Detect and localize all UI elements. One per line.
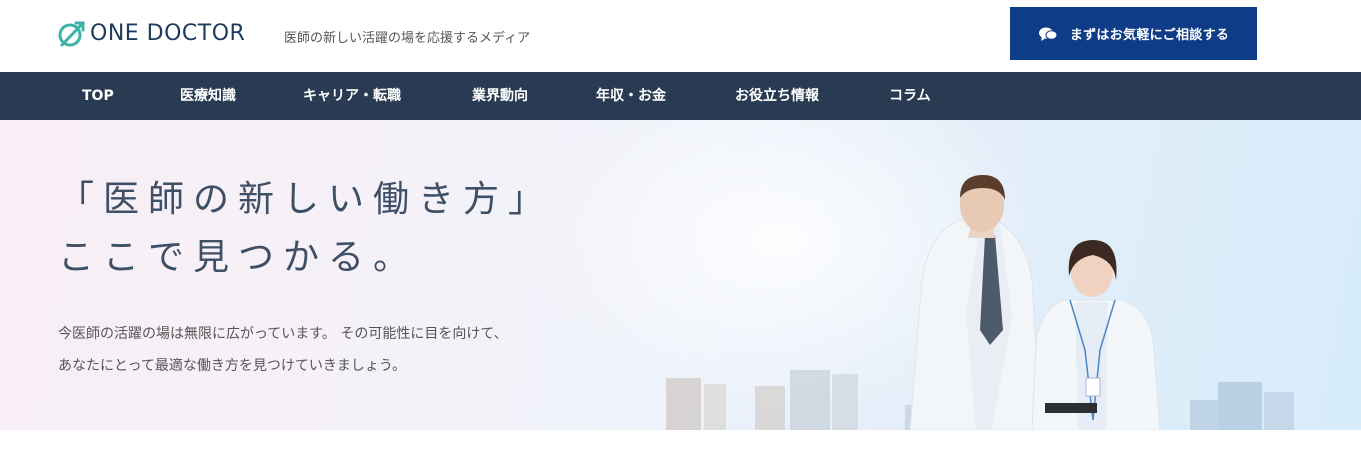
hero-description-line2: あなたにとって最適な働き方を見つけていきましょう。 bbox=[58, 358, 407, 374]
site-header: ONE DOCTOR 医師の新しい活躍の場を応援するメディア まずはお気軽にご相… bbox=[0, 0, 1361, 72]
logo-text[interactable]: ONE DOCTOR bbox=[90, 21, 245, 46]
hero-banner: 「医師の新しい働き方」 ここで見つかる。 今医師の活躍の場は無限に広がっています… bbox=[0, 120, 1361, 430]
page-content-area bbox=[0, 430, 1361, 471]
nav-item-industry-trends[interactable]: 業界動向 bbox=[472, 72, 528, 120]
site-tagline: 医師の新しい活躍の場を応援するメディア bbox=[284, 31, 531, 46]
hero-doctors-photo bbox=[666, 175, 1294, 430]
consultation-button[interactable]: まずはお気軽にご相談する bbox=[1010, 7, 1257, 60]
male-doctor bbox=[909, 175, 1041, 430]
hero-description-line1: 今医師の活躍の場は無限に広がっています。 その可能性に目を向けて、 bbox=[58, 326, 508, 342]
consultation-button-label: まずはお気軽にご相談する bbox=[1069, 28, 1230, 43]
nav-item-medical-knowledge[interactable]: 医療知識 bbox=[180, 72, 236, 120]
logo-icon[interactable] bbox=[56, 19, 88, 49]
main-nav: TOP 医療知識 キャリア・転職 業界動向 年収・お金 お役立ち情報 コラム bbox=[0, 72, 1361, 120]
hero-heading-line2: ここで見つかる。 bbox=[58, 237, 419, 278]
nav-item-income-money[interactable]: 年収・お金 bbox=[596, 72, 666, 120]
nav-item-career[interactable]: キャリア・転職 bbox=[303, 72, 401, 120]
nav-item-column[interactable]: コラム bbox=[889, 72, 931, 120]
female-doctor bbox=[1031, 240, 1161, 430]
nav-item-useful-info[interactable]: お役立ち情報 bbox=[735, 72, 819, 120]
hero-heading-line1: 「医師の新しい働き方」 bbox=[58, 179, 554, 220]
nav-item-top[interactable]: TOP bbox=[82, 72, 114, 120]
chat-bubble-icon bbox=[1038, 27, 1058, 41]
